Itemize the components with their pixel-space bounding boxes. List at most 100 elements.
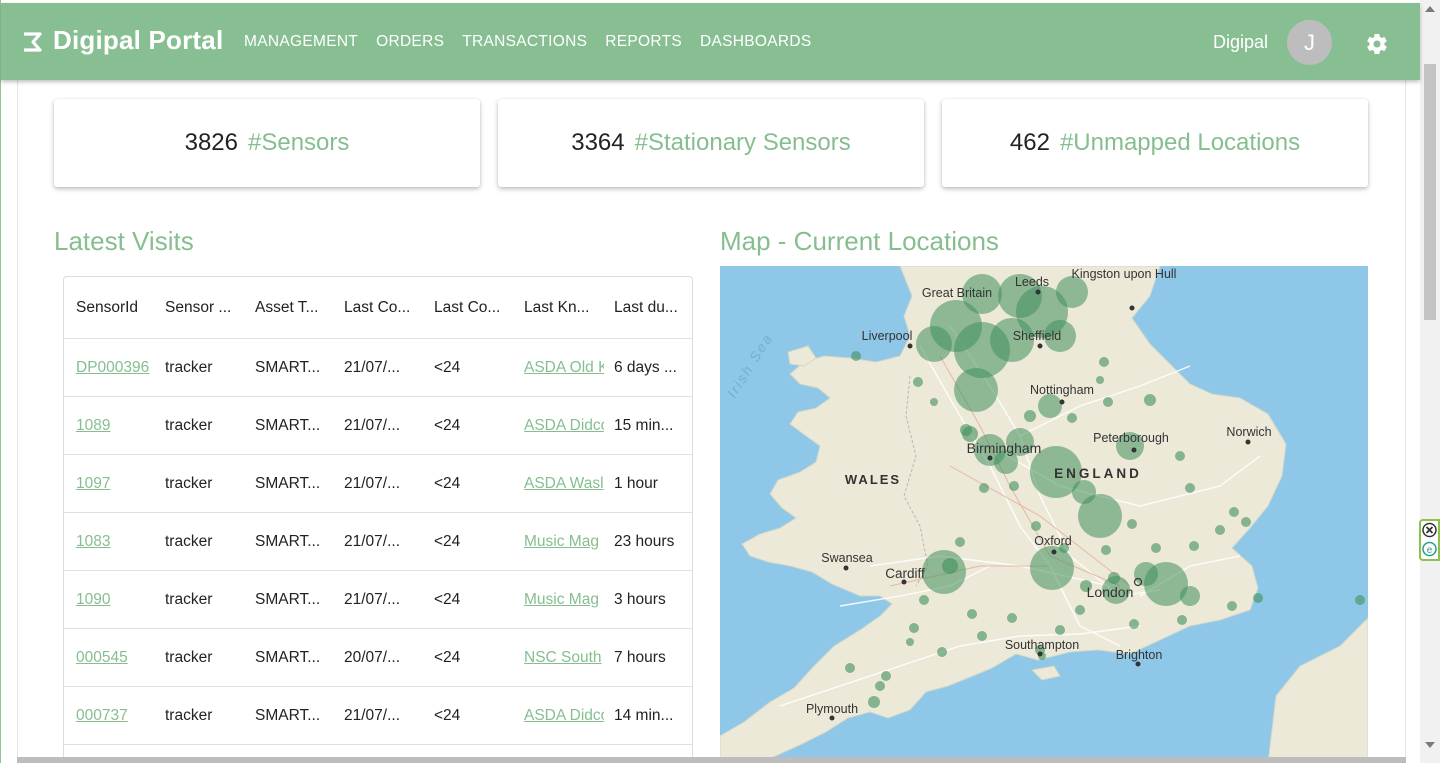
stat-label: #Unmapped Locations	[1059, 129, 1301, 156]
cell-last-contact-age: <24	[434, 474, 461, 492]
stat-card-sensors[interactable]: 3826 #Sensors	[54, 99, 480, 187]
cell-sensor-type: tracker	[165, 532, 213, 550]
table-row[interactable]: 1090 tracker SMART... 21/07/... <24 Music Mag…	[64, 571, 692, 629]
map-label-great-britain: Great Britain	[922, 286, 992, 300]
cell-last-contact-age: <24	[434, 416, 461, 434]
nav-management[interactable]: MANAGEMENT	[244, 33, 358, 51]
map-label-peterborough: Peterborough	[1093, 431, 1169, 445]
scroll-down-icon[interactable]	[1425, 742, 1435, 748]
cell-last-contact: 21/07/...	[344, 474, 401, 492]
stat-label: #Sensors	[248, 129, 350, 156]
map-label-cardiff: Cardiff	[885, 566, 925, 581]
table-row[interactable]: 000545 tracker SMART... 20/07/... <24 NSC Sou…	[64, 629, 692, 687]
cell-asset-type: SMART...	[255, 474, 321, 492]
nav-reports[interactable]: REPORTS	[605, 33, 682, 51]
cell-asset-type: SMART...	[255, 648, 321, 666]
vertical-scrollbar[interactable]	[1420, 0, 1440, 763]
cell-last-duration: 23 hours	[614, 532, 675, 550]
cell-last-known-location-link[interactable]: Music Mag	[524, 513, 604, 570]
cell-last-contact-age: <24	[434, 590, 461, 608]
map-label-liverpool: Liverpool	[862, 329, 913, 343]
latest-visits-title: Latest Visits	[54, 226, 194, 256]
cell-sensor-type: tracker	[165, 474, 213, 492]
table-row[interactable]: 000737 tracker SMART... 21/07/... <24 ASDA Di…	[64, 687, 692, 745]
map-label-sheffield: Sheffield	[1013, 329, 1061, 343]
stat-card-stationary-sensors[interactable]: 3364 #Stationary Sensors	[498, 99, 924, 187]
nav-orders[interactable]: ORDERS	[376, 33, 444, 51]
cell-sensor-id-link[interactable]: 1083	[76, 513, 162, 570]
cell-last-known-location-link[interactable]: NSC South	[524, 629, 604, 686]
column-header-last-contact[interactable]: Last Co...	[344, 277, 424, 338]
column-header-sensor-type[interactable]: Sensor ...	[165, 277, 245, 338]
cell-asset-type: SMART...	[255, 532, 321, 550]
cell-sensor-type: tracker	[165, 648, 213, 666]
svg-text:e: e	[1427, 545, 1433, 556]
cell-last-contact-age: <24	[434, 358, 461, 376]
cell-last-contact-age: <24	[434, 706, 461, 724]
brand-title[interactable]: Digipal Portal	[53, 25, 223, 56]
cell-asset-type: SMART...	[255, 706, 321, 724]
stat-value: 3826	[184, 129, 238, 156]
stat-value: 462	[1009, 129, 1050, 156]
cell-asset-type: SMART...	[255, 590, 321, 608]
stat-card-unmapped-locations[interactable]: 462 #Unmapped Locations	[942, 99, 1368, 187]
cell-last-duration: 1 hour	[614, 474, 658, 492]
cell-last-known-location-link[interactable]: ASDA Old K	[524, 339, 604, 396]
avatar[interactable]: J	[1287, 20, 1332, 65]
cell-last-contact-age: <24	[434, 648, 461, 666]
cell-last-known-location-link[interactable]: ASDA Didco	[524, 397, 604, 454]
cell-sensor-id-link[interactable]: 000545	[76, 629, 162, 686]
map-label-london: London	[1087, 584, 1134, 600]
column-header-last-duration[interactable]: Last du...	[614, 277, 692, 338]
map-label-swansea: Swansea	[821, 551, 872, 565]
map-label-leeds: Leeds	[1015, 275, 1049, 289]
cell-last-duration: 6 days ...	[614, 358, 677, 376]
table-row[interactable]: 1083 tracker SMART... 21/07/... <24 Music Mag…	[64, 513, 692, 571]
stat-value: 3364	[571, 129, 625, 156]
cell-sensor-type: tracker	[165, 416, 213, 434]
cell-last-contact: 21/07/...	[344, 416, 401, 434]
nav-dashboards[interactable]: DASHBOARDS	[700, 33, 812, 51]
map-label-birmingham: Birmingham	[967, 440, 1042, 456]
cell-sensor-type: tracker	[165, 590, 213, 608]
cell-sensor-id-link[interactable]: 1090	[76, 571, 162, 628]
column-header-asset-type[interactable]: Asset T...	[255, 277, 335, 338]
map-label-england: ENGLAND	[1054, 466, 1142, 481]
table-row[interactable]: 1097 tracker SMART... 21/07/... <24 ASDA Wasl…	[64, 455, 692, 513]
table-row[interactable]: DP000396 tracker SMART... 21/07/... <24 ASDA …	[64, 339, 692, 397]
cell-sensor-id-link[interactable]: 1097	[76, 455, 162, 512]
map-label-wales: WALES	[845, 472, 901, 487]
cell-last-known-location-link[interactable]: Music Mag	[524, 571, 604, 628]
gear-icon[interactable]	[1365, 32, 1389, 56]
cell-last-duration: 15 min...	[614, 416, 674, 434]
column-header-last-contact-age[interactable]: Last Co...	[434, 277, 514, 338]
cell-last-contact: 21/07/...	[344, 358, 401, 376]
cell-sensor-id-link[interactable]: 1089	[76, 397, 162, 454]
current-locations-map[interactable]: Kingston upon Hull Leeds Great Britain L…	[720, 266, 1368, 763]
map-label-norwich: Norwich	[1226, 425, 1271, 439]
cell-asset-type: SMART...	[255, 416, 321, 434]
cell-last-contact: 21/07/...	[344, 532, 401, 550]
main-nav: MANAGEMENT ORDERS TRANSACTIONS REPORTS D…	[244, 33, 830, 51]
scrollbar-thumb[interactable]	[1424, 64, 1436, 320]
cell-last-known-location-link[interactable]: ASDA Wasl	[524, 455, 604, 512]
user-name: Digipal	[1213, 32, 1269, 52]
cell-last-contact: 20/07/...	[344, 648, 401, 666]
cell-sensor-id-link[interactable]: DP000396	[76, 339, 162, 396]
cell-last-contact-age: <24	[434, 532, 461, 550]
extension-icons: e	[1422, 522, 1437, 557]
map-label-nottingham: Nottingham	[1030, 383, 1094, 397]
nav-transactions[interactable]: TRANSACTIONS	[462, 33, 587, 51]
cell-last-duration: 14 min...	[614, 706, 674, 724]
cell-sensor-type: tracker	[165, 358, 213, 376]
cell-sensor-id-link[interactable]: 000737	[76, 687, 162, 744]
horizontal-scrollbar[interactable]	[17, 757, 1406, 763]
app-bar: Digipal Portal MANAGEMENT ORDERS TRANSAC…	[1, 3, 1420, 80]
map-title: Map - Current Locations	[720, 226, 999, 256]
browser-extension-widget[interactable]: e	[1419, 519, 1440, 561]
column-header-sensor-id[interactable]: SensorId	[76, 277, 162, 338]
cell-last-known-location-link[interactable]: ASDA Didco	[524, 687, 604, 744]
table-row[interactable]: 1089 tracker SMART... 21/07/... <24 ASDA Didc…	[64, 397, 692, 455]
scroll-up-icon[interactable]	[1425, 6, 1435, 12]
column-header-last-known-location[interactable]: Last Kn...	[524, 277, 604, 338]
